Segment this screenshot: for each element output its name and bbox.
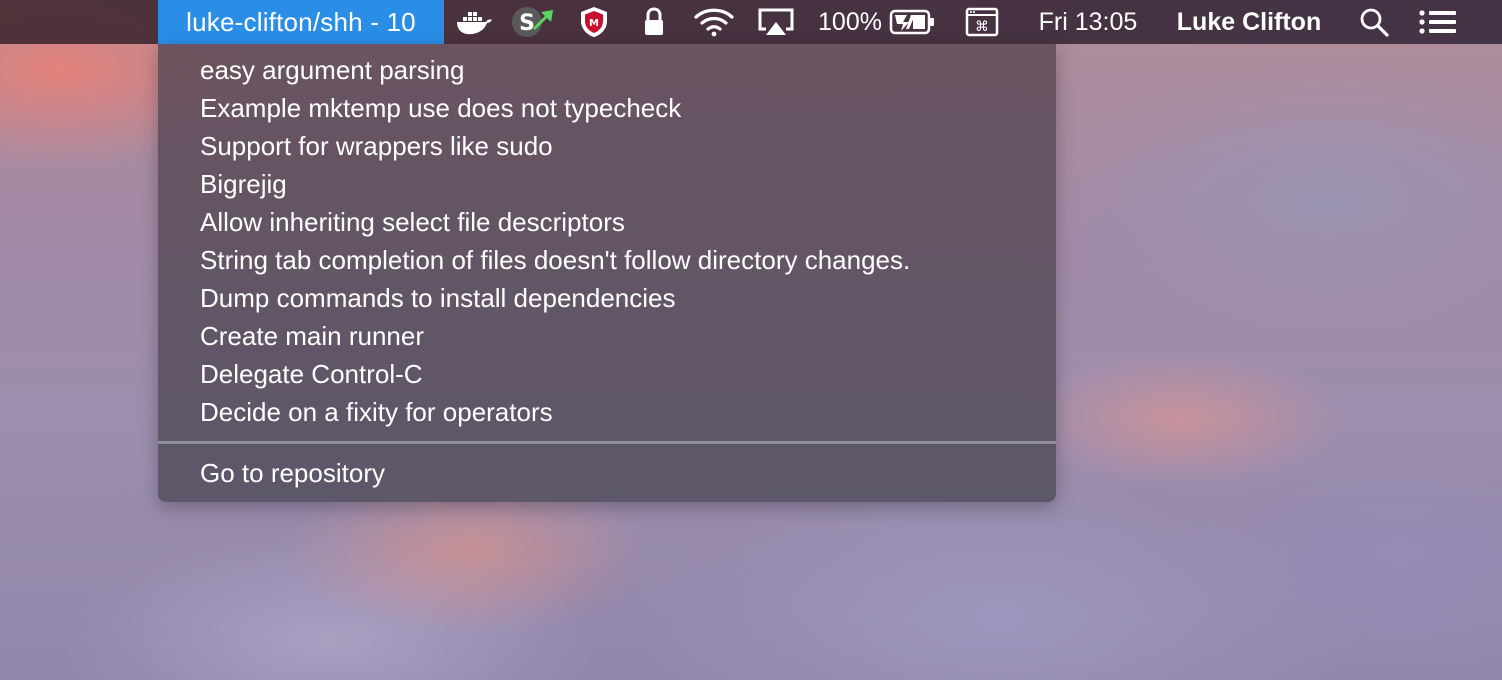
issue-menu-item[interactable]: Allow inheriting select file descriptors [158, 203, 1056, 241]
repo-status-menu-title[interactable]: luke-clifton/shh - 10 [158, 0, 444, 44]
battery-charging-icon[interactable] [888, 0, 938, 44]
issue-menu-item[interactable]: Decide on a fixity for operators [158, 393, 1056, 431]
issue-menu-item[interactable]: Dump commands to install dependencies [158, 279, 1056, 317]
svg-text:S: S [519, 11, 535, 36]
issue-menu-item[interactable]: String tab completion of files doesn't f… [158, 241, 1056, 279]
battery-percentage[interactable]: 100% [814, 0, 886, 44]
issue-menu-item[interactable]: Create main runner [158, 317, 1056, 355]
clock[interactable]: Fri 13:05 [1026, 0, 1150, 44]
svg-text:M: M [589, 18, 599, 29]
wifi-icon[interactable] [692, 0, 736, 44]
menu-bar: luke-clifton/shh - 10 S M 100% ⌘ Fri 13:… [0, 0, 1502, 44]
user-name[interactable]: Luke Clifton [1164, 0, 1334, 44]
repo-issues-dropdown: easy argument parsing Example mktemp use… [158, 44, 1056, 502]
cash-app-icon[interactable]: S [506, 0, 560, 44]
airplay-icon[interactable] [754, 0, 798, 44]
issue-menu-item[interactable]: Bigrejig [158, 165, 1056, 203]
issue-menu-item[interactable]: Delegate Control-C [158, 355, 1056, 393]
spotlight-search-icon[interactable] [1354, 0, 1394, 44]
menu-separator [158, 441, 1056, 444]
mcafee-shield-icon[interactable]: M [574, 0, 614, 44]
go-to-repository-item[interactable]: Go to repository [158, 454, 1056, 492]
issue-menu-item[interactable]: easy argument parsing [158, 51, 1056, 89]
lock-icon[interactable] [638, 0, 670, 44]
keyboard-shortcut-icon[interactable]: ⌘ [962, 0, 1002, 44]
issue-menu-item[interactable]: Example mktemp use does not typecheck [158, 89, 1056, 127]
issue-list: easy argument parsing Example mktemp use… [158, 51, 1056, 431]
notification-center-icon[interactable] [1414, 0, 1462, 44]
svg-text:⌘: ⌘ [975, 19, 989, 35]
issue-menu-item[interactable]: Support for wrappers like sudo [158, 127, 1056, 165]
docker-whale-icon[interactable] [452, 0, 496, 44]
